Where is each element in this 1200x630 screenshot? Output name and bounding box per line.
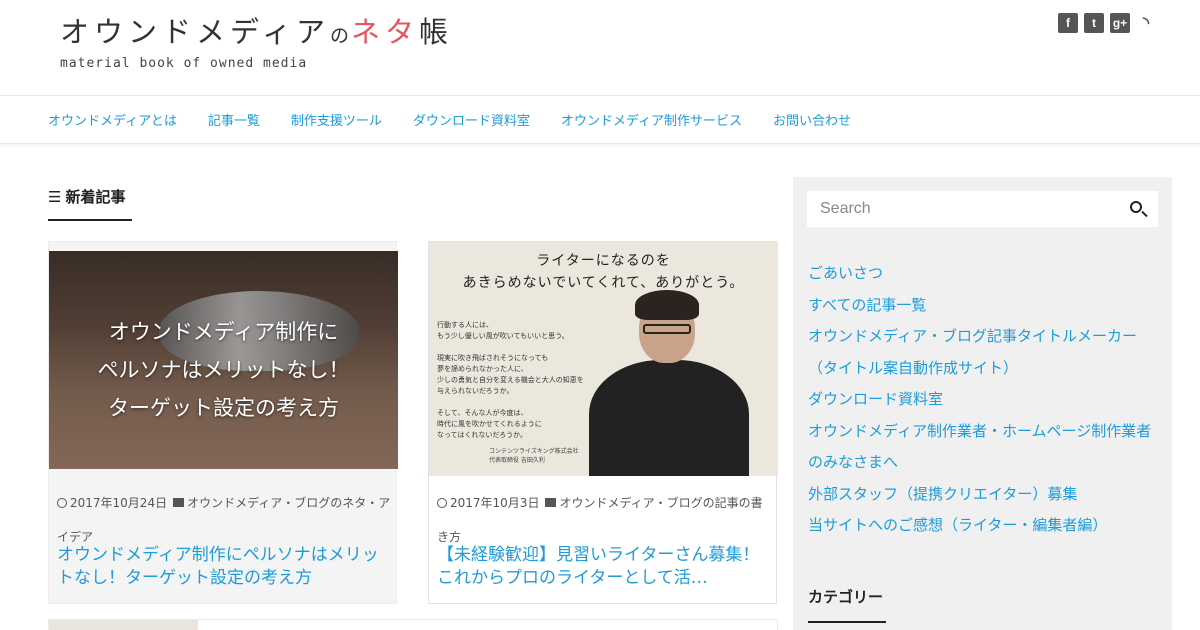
search-box bbox=[807, 191, 1158, 227]
nav-item-about[interactable]: オウンドメディアとは bbox=[48, 110, 177, 129]
search-icon[interactable] bbox=[1130, 201, 1142, 213]
article-thumbnail[interactable] bbox=[49, 620, 198, 630]
article-thumbnail[interactable]: ライターになるのを あきらめないでいてくれて、ありがとう。 行動する人には、 も… bbox=[429, 242, 778, 476]
logo-text-2: の bbox=[329, 25, 351, 47]
thumbnail-heading-line: ライターになるのを bbox=[536, 253, 671, 269]
sidebar-category-title: カテゴリー bbox=[808, 586, 886, 623]
thumbnail-caption: オウンドメディア制作に ペルソナはメリットなし！ ターゲット設定の考え方 bbox=[49, 313, 398, 427]
sidebar-link-for-agencies[interactable]: オウンドメディア制作業者・ホームページ制作業者のみなさまへ bbox=[808, 422, 1151, 472]
site-logo-title[interactable]: オウンドメディアのネタ帳 bbox=[60, 14, 453, 54]
sidebar-item: 当サイトへのご感想（ライター・編集者編） bbox=[808, 510, 1163, 542]
thumbnail-caption-line: オウンドメディア制作に bbox=[108, 320, 339, 344]
sidebar-link-all-articles[interactable]: すべての記事一覧 bbox=[808, 296, 926, 314]
person-image-body bbox=[589, 360, 749, 476]
logo-text-3: ネタ bbox=[351, 15, 420, 49]
nav-item-contact[interactable]: お問い合わせ bbox=[773, 110, 851, 129]
nav-item-articles[interactable]: 記事一覧 bbox=[208, 110, 260, 129]
article-date: 2017年10月24日 bbox=[70, 496, 168, 510]
search-input[interactable] bbox=[820, 200, 1120, 218]
sidebar-link-feedback[interactable]: 当サイトへのご感想（ライター・編集者編） bbox=[808, 516, 1107, 534]
folder-icon bbox=[173, 498, 185, 507]
nav-item-downloads[interactable]: ダウンロード資料室 bbox=[413, 110, 530, 129]
sidebar-item: オウンドメディア制作業者・ホームページ制作業者のみなさまへ bbox=[808, 416, 1163, 479]
twitter-icon[interactable]: t bbox=[1084, 13, 1104, 33]
rss-icon[interactable]: ◝ bbox=[1136, 13, 1156, 33]
thumbnail-signature: コンテンツライズキング株式会社 代表取締役 吉田久利 bbox=[489, 448, 579, 464]
sidebar-item: ダウンロード資料室 bbox=[808, 384, 1163, 416]
nav-item-tools[interactable]: 制作支援ツール bbox=[291, 110, 382, 129]
site-header: オウンドメディアのネタ帳 material book of owned medi… bbox=[0, 0, 1200, 96]
main-nav: オウンドメディアとは 記事一覧 制作支援ツール ダウンロード資料室 オウンドメデ… bbox=[0, 95, 1200, 144]
person-image-hair bbox=[635, 290, 699, 320]
clock-icon bbox=[57, 498, 67, 508]
sidebar-item: オウンドメディア・ブログ記事タイトルメーカー（タイトル案自動作成サイト） bbox=[808, 321, 1163, 384]
section-title-new-articles: ☰ 新着記事 bbox=[48, 186, 132, 221]
sidebar-link-recruit[interactable]: 外部スタッフ（提携クリエイター）募集 bbox=[808, 485, 1077, 503]
person-image-glasses bbox=[643, 324, 691, 334]
google-plus-icon[interactable]: g+ bbox=[1110, 13, 1130, 33]
thumbnail-caption-line: ターゲット設定の考え方 bbox=[108, 396, 339, 420]
sidebar-link-downloads[interactable]: ダウンロード資料室 bbox=[808, 390, 943, 408]
article-date: 2017年10月3日 bbox=[450, 496, 540, 510]
section-title-text: 新着記事 bbox=[65, 188, 126, 206]
thumbnail-body-text: 行動する人には、 もう少し優しい風が吹いてもいいと思う。 現実に吹き飛ばされそう… bbox=[437, 321, 584, 439]
article-thumbnail[interactable]: オウンドメディア制作に ペルソナはメリットなし！ ターゲット設定の考え方 bbox=[49, 251, 398, 469]
article-title[interactable]: 【未経験歓迎】見習いライターさん募集！これからプロのライターとして活… bbox=[437, 544, 771, 590]
sidebar-link-title-maker[interactable]: オウンドメディア・ブログ記事タイトルメーカー（タイトル案自動作成サイト） bbox=[808, 327, 1137, 377]
sidebar-link-greeting[interactable]: ごあいさつ bbox=[808, 264, 883, 282]
thumbnail-heading-line: あきらめないでいてくれて、ありがとう。 bbox=[462, 275, 745, 291]
list-icon: ☰ bbox=[48, 188, 62, 206]
sidebar-menu: ごあいさつ すべての記事一覧 オウンドメディア・ブログ記事タイトルメーカー（タイ… bbox=[808, 258, 1163, 542]
sidebar-item: 外部スタッフ（提携クリエイター）募集 bbox=[808, 479, 1163, 511]
article-card[interactable]: ライターになるのを あきらめないでいてくれて、ありがとう。 行動する人には、 も… bbox=[428, 241, 778, 604]
clock-icon bbox=[437, 498, 447, 508]
sidebar: ごあいさつ すべての記事一覧 オウンドメディア・ブログ記事タイトルメーカー（タイ… bbox=[793, 177, 1172, 630]
logo-text-4: 帳 bbox=[419, 15, 454, 49]
thumbnail-caption-line: ペルソナはメリットなし！ bbox=[97, 358, 350, 382]
facebook-icon[interactable]: f bbox=[1058, 13, 1078, 33]
article-card[interactable]: オウンドメディア制作に ペルソナはメリットなし！ ターゲット設定の考え方 201… bbox=[48, 241, 398, 604]
site-logo[interactable]: オウンドメディアのネタ帳 material book of owned medi… bbox=[60, 14, 453, 71]
social-links: f t g+ ◝ bbox=[1058, 13, 1156, 33]
nav-item-service[interactable]: オウンドメディア制作サービス bbox=[561, 110, 742, 129]
logo-text-1: オウンドメディア bbox=[60, 15, 330, 49]
sidebar-item: すべての記事一覧 bbox=[808, 290, 1163, 322]
thumbnail-heading: ライターになるのを あきらめないでいてくれて、ありがとう。 bbox=[429, 250, 778, 294]
folder-icon bbox=[545, 498, 557, 507]
sidebar-item: ごあいさつ bbox=[808, 258, 1163, 290]
article-card-partial[interactable] bbox=[48, 619, 778, 630]
article-title[interactable]: オウンドメディア制作にペルソナはメリットなし！ターゲット設定の考え方 bbox=[57, 544, 391, 590]
site-tagline: material book of owned media bbox=[60, 56, 308, 71]
